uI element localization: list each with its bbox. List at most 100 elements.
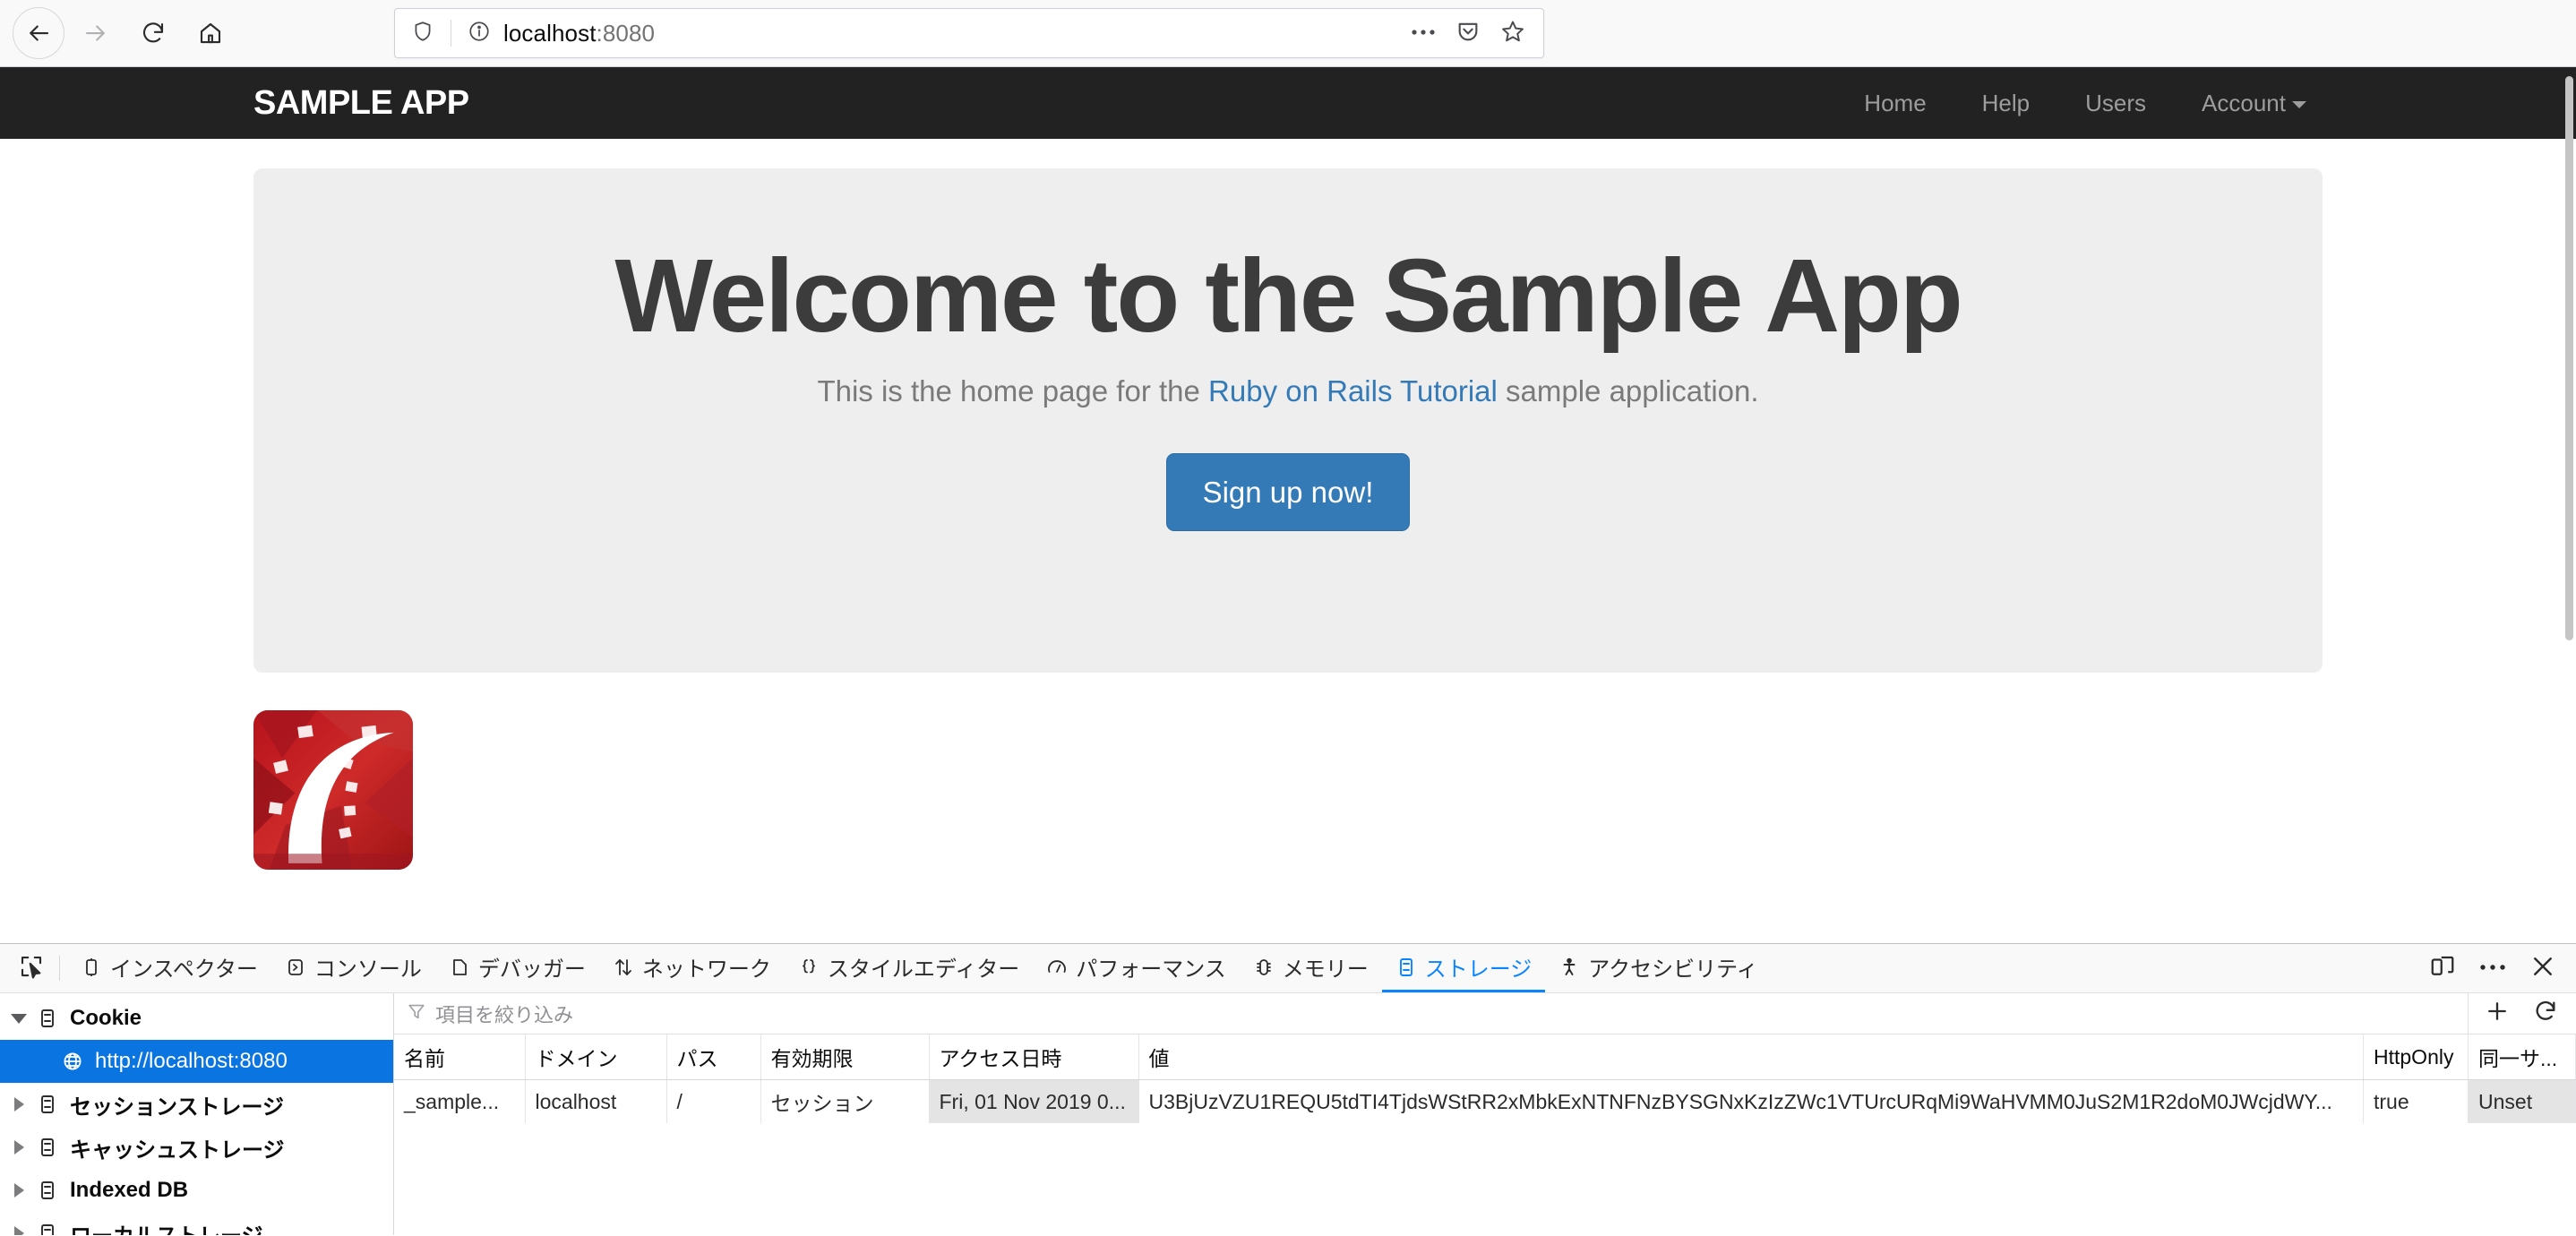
- refresh-icon[interactable]: [2533, 999, 2558, 1028]
- jumbotron: Welcome to the Sample App This is the ho…: [253, 168, 2323, 673]
- reload-button[interactable]: [127, 7, 179, 59]
- cell-samesite[interactable]: Unset: [2468, 1079, 2576, 1123]
- table-row[interactable]: _sample... localhost / セッション Fri, 01 Nov…: [394, 1079, 2576, 1123]
- page-title: Welcome to the Sample App: [614, 237, 1962, 354]
- hero-subtitle: This is the home page for the Ruby on Ra…: [253, 374, 2323, 408]
- storage-tree-item-cache-storage[interactable]: キャッシュストレージ: [0, 1126, 393, 1169]
- nav-link-account-label: Account: [2202, 90, 2286, 116]
- storage-tree-item-cookie-label: Cookie: [70, 1006, 142, 1030]
- site-brand-logo[interactable]: SAMPLE APP: [253, 86, 469, 120]
- toolbar-divider: [59, 956, 60, 981]
- hero-subtitle-before: This is the home page for the: [817, 373, 1209, 408]
- cell-name[interactable]: _sample...: [394, 1079, 526, 1123]
- storage-item-icon: [30, 1137, 64, 1158]
- storage-tree-item-indexed-db[interactable]: Indexed DB: [0, 1169, 393, 1212]
- cookies-table-head: 名前 ドメイン パス 有効期限 アクセス日時 値 HttpOnly 同一サ...: [394, 1034, 2576, 1080]
- plus-icon[interactable]: [2485, 999, 2510, 1028]
- storage-item-icon: [30, 1223, 64, 1235]
- cookies-table-body: _sample... localhost / セッション Fri, 01 Nov…: [394, 1079, 2576, 1123]
- storage-filter-input[interactable]: 項目を絞り込み: [407, 1000, 2468, 1028]
- responsive-design-mode-icon[interactable]: [2429, 953, 2456, 984]
- page-actions-ellipsis-icon[interactable]: [1411, 25, 1436, 41]
- storage-tree-item-session-storage-label: セッションストレージ: [70, 1094, 285, 1120]
- devtools-body: Cookie http://localhost:8080 セッションストレージ: [0, 993, 2576, 1235]
- home-icon: [197, 20, 224, 47]
- storage-tree-item-cache-storage-label: キャッシュストレージ: [70, 1137, 285, 1163]
- cell-last-accessed[interactable]: Fri, 01 Nov 2019 0...: [929, 1079, 1139, 1123]
- col-header-samesite[interactable]: 同一サ...: [2468, 1034, 2576, 1080]
- nav-link-home[interactable]: Home: [1836, 91, 1953, 115]
- cell-httponly[interactable]: true: [2363, 1079, 2469, 1123]
- back-arrow-icon: [25, 20, 52, 47]
- tab-accessibility[interactable]: アクセシビリティ: [1545, 944, 1771, 992]
- back-button[interactable]: [13, 7, 64, 59]
- storage-filter-actions: [2468, 993, 2576, 1034]
- chevron-right-icon[interactable]: [7, 1226, 30, 1235]
- col-header-httponly[interactable]: HttpOnly: [2363, 1034, 2469, 1080]
- tab-memory[interactable]: メモリー: [1240, 944, 1382, 992]
- storage-tree-item-local-storage-label: ローカルストレージ: [70, 1218, 263, 1236]
- pocket-save-icon[interactable]: [1455, 19, 1481, 48]
- storage-tree-item-session-storage[interactable]: セッションストレージ: [0, 1083, 393, 1126]
- rails-logo[interactable]: [253, 710, 413, 870]
- col-header-domain[interactable]: ドメイン: [525, 1034, 667, 1080]
- page-scrollbar-thumb[interactable]: [2565, 76, 2573, 640]
- storage-tree-item-local-storage[interactable]: ローカルストレージ: [0, 1212, 393, 1235]
- tab-performance[interactable]: パフォーマンス: [1033, 944, 1240, 992]
- tab-inspector[interactable]: インスペクター: [67, 944, 271, 992]
- cell-value[interactable]: U3BjUzVZU1REQU5tdTI4TjdsWStRR2xMbkExNTNF…: [1138, 1079, 2364, 1123]
- tab-storage[interactable]: ストレージ: [1381, 944, 1546, 992]
- url-port: :8080: [596, 19, 656, 47]
- chevron-right-icon[interactable]: [7, 1140, 30, 1154]
- address-bar[interactable]: localhost:8080: [394, 8, 1544, 58]
- col-header-value[interactable]: 値: [1138, 1034, 2364, 1080]
- chevron-down-icon[interactable]: [7, 1013, 30, 1024]
- reload-icon: [140, 20, 167, 47]
- devtools-tabs: インスペクター コンソール デバッガー ネットワーク スタイルエディター パフォ…: [67, 944, 2429, 992]
- col-header-name[interactable]: 名前: [394, 1034, 526, 1080]
- console-icon: [285, 957, 306, 978]
- col-header-path[interactable]: パス: [666, 1034, 761, 1080]
- table-header-row: 名前 ドメイン パス 有効期限 アクセス日時 値 HttpOnly 同一サ...: [394, 1034, 2576, 1080]
- devtools-toolbar-actions: [2429, 953, 2565, 984]
- signup-button[interactable]: Sign up now!: [1165, 452, 1411, 531]
- cell-domain[interactable]: localhost: [525, 1079, 667, 1123]
- rails-tutorial-link[interactable]: Ruby on Rails Tutorial: [1208, 374, 1498, 408]
- tracking-protection-shield-icon[interactable]: [411, 20, 434, 47]
- tab-style-editor[interactable]: スタイルエディター: [785, 944, 1033, 992]
- page-scrollbar[interactable]: [2562, 67, 2576, 943]
- col-header-expires[interactable]: 有効期限: [760, 1034, 930, 1080]
- forward-button[interactable]: [70, 7, 122, 59]
- tab-memory-label: メモリー: [1282, 957, 1369, 982]
- page-info-icon[interactable]: [468, 20, 491, 47]
- nav-link-account[interactable]: Account: [2174, 91, 2334, 115]
- funnel-icon: [407, 1001, 426, 1026]
- chevron-right-icon[interactable]: [7, 1097, 30, 1112]
- memory-icon: [1253, 957, 1275, 978]
- star-bookmark-icon[interactable]: [1500, 19, 1525, 48]
- globe-icon: [56, 1051, 90, 1072]
- close-icon[interactable]: [2529, 953, 2556, 984]
- url-text[interactable]: localhost:8080: [503, 20, 1411, 47]
- browser-toolbar: localhost:8080: [0, 0, 2576, 67]
- cell-path[interactable]: /: [666, 1079, 761, 1123]
- home-button[interactable]: [185, 7, 236, 59]
- nav-link-users[interactable]: Users: [2057, 91, 2174, 115]
- tab-debugger[interactable]: デバッガー: [435, 944, 599, 992]
- tab-style-editor-label: スタイルエディター: [827, 957, 1020, 982]
- tab-network-label: ネットワーク: [641, 957, 771, 982]
- element-picker-button[interactable]: [11, 949, 52, 987]
- col-header-last-accessed[interactable]: アクセス日時: [929, 1034, 1139, 1080]
- storage-tree-item-localhost[interactable]: http://localhost:8080: [0, 1040, 393, 1083]
- storage-filter-bar: 項目を絞り込み: [394, 993, 2576, 1034]
- tab-network[interactable]: ネットワーク: [599, 944, 785, 992]
- tab-console[interactable]: コンソール: [271, 944, 435, 992]
- nav-link-help[interactable]: Help: [1954, 91, 2057, 115]
- cookies-table-scroll[interactable]: 名前 ドメイン パス 有効期限 アクセス日時 値 HttpOnly 同一サ...: [394, 1034, 2576, 1235]
- cell-expires[interactable]: セッション: [760, 1079, 930, 1123]
- chevron-right-icon[interactable]: [7, 1183, 30, 1197]
- storage-tree-item-cookie[interactable]: Cookie: [0, 997, 393, 1040]
- meatball-menu-icon[interactable]: [2479, 960, 2506, 976]
- tab-performance-label: パフォーマンス: [1076, 957, 1226, 982]
- tab-accessibility-label: アクセシビリティ: [1588, 957, 1758, 982]
